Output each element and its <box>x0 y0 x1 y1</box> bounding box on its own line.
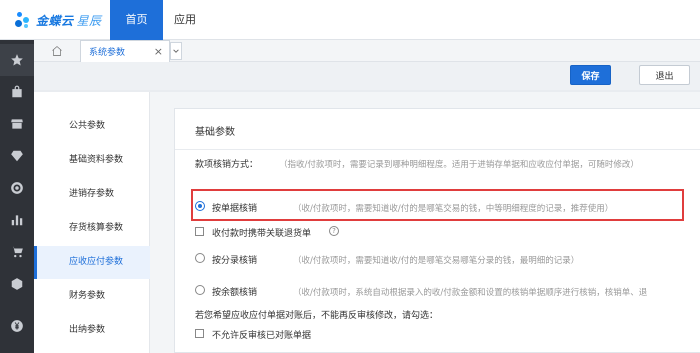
sidebar-item-finance[interactable]: 财务参数 <box>34 280 150 313</box>
divider <box>175 149 700 150</box>
option-by-balance-label[interactable]: 按余额核销 <box>212 285 257 298</box>
sidebar-item-stock-accounting[interactable]: 存货核算参数 <box>34 212 150 245</box>
logo-mark-icon <box>14 11 32 29</box>
top-navigation-bar: 金蝶云 星辰 首页 应用 <box>0 0 700 40</box>
checkbox-disallow-reverse-label[interactable]: 不允许反审核已对账单据 <box>212 328 311 341</box>
tab-label: 系统参数 <box>89 48 126 58</box>
writeoff-method-label: 款项核销方式： <box>195 160 259 170</box>
chevron-down-icon[interactable] <box>170 42 182 60</box>
nav-tab-home[interactable]: 首页 <box>110 0 163 40</box>
option-by-document-hint: （收/付款项时，需要知道收/付的是哪笔交易的钱，中等明细程度的记录，推荐使用） <box>293 204 614 214</box>
option-by-entry-hint: （收/付款项时，需要知道收/付的是哪笔交易哪笔分录的钱，最明细的记录） <box>293 256 580 266</box>
main-panel-area: 基础参数 款项核销方式： （指收/付款项时，需要记录到哪种明细程度。适用于进销存… <box>150 92 700 353</box>
save-button[interactable]: 保存 <box>570 65 611 85</box>
checkbox-disallow-reverse[interactable] <box>195 329 204 338</box>
radio-by-entry[interactable] <box>195 253 205 263</box>
sidebar-item-receivable-payable[interactable]: 应收应付参数 <box>34 246 150 279</box>
checkbox-carry-return[interactable] <box>195 227 204 236</box>
home-icon[interactable] <box>46 42 68 60</box>
target-icon[interactable] <box>0 172 34 204</box>
diamond-icon[interactable] <box>0 140 34 172</box>
exit-button[interactable]: 退出 <box>639 65 690 85</box>
close-icon[interactable]: × <box>154 45 163 58</box>
bar-chart-icon[interactable] <box>0 204 34 236</box>
cart-icon[interactable] <box>0 236 34 268</box>
help-icon[interactable]: ? <box>329 226 339 236</box>
content-area: 公共参数 基础资料参数 进销存参数 存货核算参数 应收应付参数 财务参数 出纳参… <box>34 92 700 353</box>
reverse-audit-note: 若您希望应收应付单据对账后，不能再反审核修改，请勾选： <box>195 311 439 321</box>
page-tab-strip: 系统参数 × <box>34 40 700 62</box>
box-icon[interactable] <box>0 268 34 300</box>
nav-tab-apps[interactable]: 应用 <box>163 0 207 40</box>
brand-logo[interactable]: 金蝶云 星辰 <box>14 10 102 30</box>
sidebar-item-common[interactable]: 公共参数 <box>34 110 150 143</box>
writeoff-method-hint: （指收/付款项时，需要记录到哪种明细程度。适用于进销存单据和应收应付单据，可随时… <box>279 160 639 170</box>
sidebar-item-cashier[interactable]: 出纳参数 <box>34 314 150 347</box>
radio-by-document[interactable] <box>195 201 205 211</box>
params-sidebar: 公共参数 基础资料参数 进销存参数 存货核算参数 应收应付参数 财务参数 出纳参… <box>34 92 150 353</box>
yen-icon[interactable] <box>0 310 34 342</box>
sidebar-item-inventory[interactable]: 进销存参数 <box>34 178 150 211</box>
panel-title: 基础参数 <box>195 127 235 138</box>
option-by-entry-label[interactable]: 按分录核销 <box>212 253 257 266</box>
brand-name: 金蝶云 星辰 <box>36 13 102 28</box>
store-icon[interactable] <box>0 108 34 140</box>
radio-by-balance[interactable] <box>195 285 205 295</box>
checkbox-carry-return-label[interactable]: 收付款时携带关联退货单 <box>212 226 311 239</box>
star-icon[interactable] <box>0 44 34 76</box>
bag-icon[interactable] <box>0 76 34 108</box>
action-toolbar: 保存 退出 <box>34 62 700 90</box>
tab-system-params[interactable]: 系统参数 × <box>80 40 170 62</box>
sidebar-item-basic-data[interactable]: 基础资料参数 <box>34 144 150 177</box>
left-icon-rail <box>0 40 34 353</box>
basic-params-panel: 基础参数 款项核销方式： （指收/付款项时，需要记录到哪种明细程度。适用于进销存… <box>174 108 700 353</box>
option-by-balance-hint: （收/付款项时，系统自动根据录入的收/付款金额和设置的核销单据顺序进行核销，核销… <box>293 288 648 298</box>
option-by-document-label[interactable]: 按单据核销 <box>212 201 257 214</box>
